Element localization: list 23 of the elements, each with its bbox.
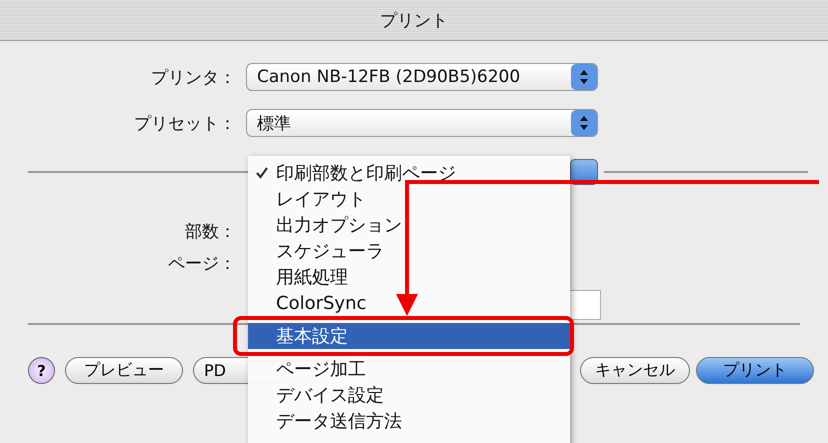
menu-item[interactable]: データ送信方法	[248, 408, 570, 434]
window-title: プリント	[380, 10, 448, 32]
menu-item[interactable]: ColorSync	[248, 290, 570, 316]
field-label: プリセット：	[133, 112, 237, 134]
popup-select[interactable]: Canon NB-12FB (2D90B5)6200	[246, 63, 598, 91]
checkmark-icon	[255, 166, 269, 180]
stepper-icon	[571, 110, 597, 136]
menu-item[interactable]: 出力オプション	[248, 212, 570, 238]
help-button[interactable]: ?	[28, 357, 55, 384]
dialog-button[interactable]: プレビュー	[65, 357, 183, 384]
cancel-button[interactable]: キャンセル	[580, 357, 690, 384]
field-label: プリンタ：	[150, 66, 237, 88]
menu-item[interactable]: 印刷部数と印刷ページ	[248, 160, 570, 186]
print-button[interactable]: プリント	[696, 357, 814, 384]
menu-item[interactable]: 基本設定	[248, 323, 570, 349]
menu-item[interactable]: レイアウト	[248, 186, 570, 212]
menu-item[interactable]: デバイス設定	[248, 382, 570, 408]
field-label: 部数：	[184, 220, 237, 242]
menu-item[interactable]: 用紙処理	[248, 264, 570, 290]
popup-select[interactable]: 標準	[246, 109, 598, 137]
stepper-icon	[571, 64, 597, 90]
field-label: ページ：	[167, 252, 237, 274]
menu-item[interactable]: スケジューラ	[248, 238, 570, 264]
